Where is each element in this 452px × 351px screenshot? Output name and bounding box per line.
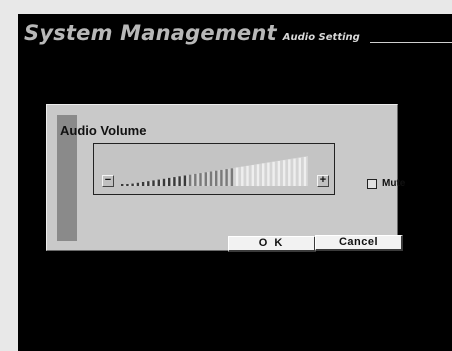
- volume-down-button[interactable]: −: [102, 175, 114, 187]
- header: System Management Audio Setting: [24, 21, 360, 45]
- volume-bar: [288, 159, 291, 186]
- volume-bar: [256, 164, 260, 187]
- volume-bar: [141, 182, 145, 186]
- volume-bar: [194, 173, 197, 186]
- volume-bar: [220, 169, 223, 186]
- page-subtitle: Audio Setting: [282, 32, 360, 43]
- volume-bar: [241, 166, 244, 186]
- volume-bar: [173, 177, 176, 186]
- volume-bar: [162, 178, 166, 187]
- volume-bar: [230, 168, 234, 186]
- volume-bars: [120, 156, 308, 187]
- mute-label: Mute: [382, 178, 406, 189]
- volume-bar: [246, 165, 249, 186]
- volume-bar: [267, 162, 270, 186]
- volume-bar: [209, 171, 213, 186]
- volume-bar: [152, 180, 155, 186]
- volume-bar: [215, 170, 218, 186]
- volume-bar: [204, 172, 207, 186]
- volume-bar: [303, 157, 307, 186]
- volume-control: − +: [93, 143, 335, 195]
- volume-bar: [251, 165, 254, 186]
- volume-bar: [293, 158, 296, 186]
- volume-bar: [131, 183, 134, 186]
- volume-bar: [262, 163, 265, 186]
- volume-bar: [183, 175, 187, 186]
- cancel-button[interactable]: Cancel: [315, 235, 403, 251]
- volume-up-button[interactable]: +: [317, 175, 329, 187]
- volume-bar: [178, 176, 181, 186]
- volume-bar: [147, 181, 150, 186]
- volume-bar: [272, 161, 275, 186]
- title-underline: [370, 42, 452, 43]
- volume-bar: [121, 184, 124, 186]
- volume-bar: [157, 179, 160, 186]
- volume-bar: [282, 160, 286, 186]
- audio-volume-dialog: Audio Volume − + Mute O K: [46, 104, 405, 252]
- page-title: System Management: [24, 21, 277, 45]
- volume-bar: [136, 182, 140, 186]
- mute-toggle[interactable]: Mute: [367, 178, 405, 189]
- volume-bar: [188, 174, 192, 186]
- volume-bar: [168, 177, 171, 186]
- volume-bar: [277, 161, 281, 186]
- volume-bar: [126, 184, 129, 186]
- volume-bar: [298, 157, 301, 186]
- mute-checkbox[interactable]: [367, 178, 377, 189]
- volume-bar: [199, 173, 202, 186]
- volume-bar: [235, 167, 239, 186]
- volume-bar: [225, 169, 228, 186]
- ok-button[interactable]: O K: [228, 236, 316, 252]
- dialog-title: Audio Volume: [60, 123, 147, 138]
- volume-slider[interactable]: [120, 156, 308, 188]
